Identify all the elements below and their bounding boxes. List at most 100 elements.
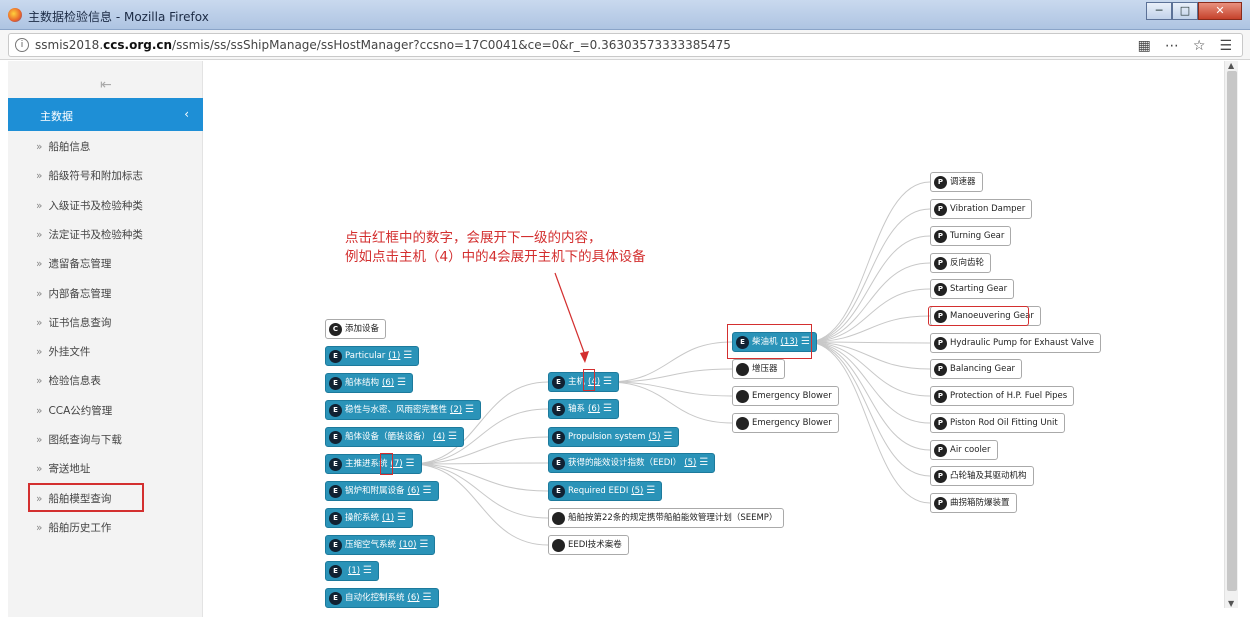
tree-node-level3[interactable]: Emergency Blower — [732, 386, 839, 406]
list-icon[interactable]: ☰ — [397, 374, 406, 392]
node-count[interactable]: (6) — [588, 400, 600, 418]
tree-node-level4[interactable]: P Hydraulic Pump for Exhaust Valve — [930, 333, 1101, 353]
maximize-button[interactable]: □ — [1172, 2, 1198, 20]
node-count[interactable]: (10) — [399, 536, 416, 554]
tree-node-level2[interactable]: EEDI技术案卷 — [548, 535, 629, 555]
vertical-scrollbar[interactable]: ▲ ▼ — [1224, 61, 1238, 608]
node-count[interactable]: (1) — [388, 347, 400, 365]
sidebar: ⇤ 主数据 ‹ » 船舶信息 » 船级符号和附加标志 » 入级证书及检验种类 » 法定证书及检… — [8, 61, 203, 617]
tree-node-level4[interactable]: P Air cooler — [930, 440, 998, 460]
node-count[interactable]: (6) — [408, 482, 420, 500]
tree-node-level4[interactable]: P 调速器 — [930, 172, 983, 192]
tree-node-level1[interactable]: E (1) ☰ — [325, 561, 380, 581]
node-count[interactable]: (6) — [382, 374, 394, 392]
scroll-up-icon[interactable]: ▲ — [1228, 61, 1234, 70]
node-count[interactable]: (6) — [408, 589, 420, 607]
tree-node-level1[interactable]: E 船体设备（舾装设备） (4) ☰ — [325, 427, 465, 447]
close-button[interactable]: ✕ — [1198, 2, 1242, 20]
tree-node-level4[interactable]: P 反向齿轮 — [930, 253, 992, 273]
sidebar-item[interactable]: » 船舶信息 — [8, 131, 203, 160]
list-icon[interactable]: ☰ — [397, 509, 406, 527]
add-device-button[interactable]: C 添加设备 — [325, 319, 387, 339]
sidebar-item[interactable]: » 寄送地址 — [8, 453, 203, 482]
list-icon[interactable]: ☰ — [419, 536, 428, 554]
tree-node-level1[interactable]: E 船体结构 (6) ☰ — [325, 373, 414, 393]
node-count[interactable]: (5) — [648, 428, 660, 446]
list-icon[interactable]: ☰ — [664, 428, 673, 446]
list-icon[interactable]: ☰ — [448, 428, 457, 446]
node-type-badge: P — [934, 496, 947, 510]
menu-icon[interactable]: ☰ — [1219, 38, 1232, 54]
tree-node-level2[interactable]: E 获得的能效设计指数（EEDI） (5) ☰ — [548, 453, 716, 473]
node-count[interactable]: (5) — [684, 454, 696, 472]
list-icon[interactable]: ☰ — [423, 482, 432, 500]
sidebar-item[interactable]: » 检验信息表 — [8, 365, 203, 394]
sidebar-item[interactable]: » 内部备忘管理 — [8, 278, 203, 307]
node-type-badge: E — [329, 484, 342, 498]
tree-node-level2[interactable]: E Required EEDI (5) ☰ — [548, 481, 663, 501]
sidebar-item[interactable]: » 船舶历史工作 — [8, 512, 203, 541]
node-count[interactable]: (4) — [433, 428, 445, 446]
sidebar-item[interactable]: » 船舶模型查询 — [28, 482, 144, 512]
tree-node-level2[interactable]: 船舶按第22条的规定携带船舶能效管理计划（SEEMP） — [548, 508, 785, 528]
list-icon[interactable]: ☰ — [363, 562, 372, 580]
tree-node-level1[interactable]: E 操舵系统 (1) ☰ — [325, 508, 414, 528]
tree-node-level4[interactable]: P 曲拐箱防爆装置 — [930, 493, 1017, 513]
sidebar-item[interactable]: » CCA公约管理 — [8, 395, 203, 424]
collapse-sidebar-icon[interactable]: ⇤ — [100, 77, 112, 93]
sidebar-item[interactable]: » 法定证书及检验种类 — [8, 219, 203, 248]
list-icon[interactable]: ☰ — [699, 454, 708, 472]
list-icon[interactable]: ☰ — [603, 373, 612, 391]
address-bar[interactable]: i ssmis2018.ccs.org.cn/ssmis/ss/ssShipMa… — [8, 33, 1243, 57]
tree-node-level2[interactable]: E 轴系 (6) ☰ — [548, 399, 620, 419]
node-count[interactable]: (2) — [450, 401, 462, 419]
tree-node-level1[interactable]: E 主推进系统 (7) ☰ — [325, 454, 422, 474]
tree-node-level3[interactable]: Emergency Blower — [732, 413, 839, 433]
tree-node-level4[interactable]: P 凸轮轴及其驱动机构 — [930, 466, 1034, 486]
qr-code-icon[interactable]: ▦ — [1138, 38, 1151, 54]
list-icon[interactable]: ☰ — [423, 589, 432, 607]
minimize-button[interactable]: ─ — [1146, 2, 1172, 20]
sidebar-item[interactable]: » 遗留备忘管理 — [8, 248, 203, 277]
sidebar-header[interactable]: 主数据 ‹ — [8, 98, 203, 131]
node-label: 曲拐箱防爆装置 — [950, 498, 1010, 508]
more-actions-icon[interactable]: ⋯ — [1165, 38, 1179, 54]
sidebar-item[interactable]: » 外挂文件 — [8, 336, 203, 365]
tree-node-level4[interactable]: P Turning Gear — [930, 226, 1012, 246]
sidebar-item[interactable]: » 船级符号和附加标志 — [8, 160, 203, 189]
tree-node-level4[interactable]: P Vibration Damper — [930, 199, 1033, 219]
node-type-badge: E — [329, 457, 342, 471]
list-icon[interactable]: ☰ — [603, 400, 612, 418]
sidebar-item[interactable]: » 图纸查询与下载 — [8, 424, 203, 453]
scroll-down-icon[interactable]: ▼ — [1228, 599, 1234, 608]
node-type-badge: E — [329, 376, 342, 390]
tree-node-level1[interactable]: E 锅炉和附属设备 (6) ☰ — [325, 481, 439, 501]
tree-node-level4[interactable]: P Balancing Gear — [930, 359, 1023, 379]
tree-node-level3[interactable]: 增压器 — [732, 359, 785, 379]
tree-node-level4[interactable]: P Protection of H.P. Fuel Pipes — [930, 386, 1075, 406]
list-icon[interactable]: ☰ — [465, 401, 474, 419]
list-icon[interactable]: ☰ — [403, 347, 412, 365]
list-icon[interactable]: ☰ — [406, 455, 415, 473]
node-count[interactable]: (5) — [631, 482, 643, 500]
tree-node-level4[interactable]: P Starting Gear — [930, 279, 1015, 299]
list-icon[interactable]: ☰ — [646, 482, 655, 500]
tree-node-level1[interactable]: E 自动化控制系统 (6) ☰ — [325, 588, 439, 608]
node-label: 船体结构 — [345, 378, 380, 388]
tree-node-level1[interactable]: E 稳性与水密、风雨密完整性 (2) ☰ — [325, 400, 482, 420]
node-count[interactable]: (1) — [348, 562, 360, 580]
sidebar-item[interactable]: » 证书信息查询 — [8, 307, 203, 336]
info-icon[interactable]: i — [15, 38, 29, 52]
tree-node-level2[interactable]: E Propulsion system (5) ☰ — [548, 427, 680, 447]
url-text[interactable]: ssmis2018.ccs.org.cn/ssmis/ss/ssShipMana… — [35, 38, 731, 52]
tree-node-level4[interactable]: P Piston Rod Oil Fitting Unit — [930, 413, 1065, 433]
tree-node-level1[interactable]: E 压缩空气系统 (10) ☰ — [325, 535, 436, 555]
tree-node-level1[interactable]: E Particular (1) ☰ — [325, 346, 420, 366]
node-count[interactable]: (1) — [382, 509, 394, 527]
node-type-badge: P — [934, 256, 947, 270]
sidebar-item[interactable]: » 入级证书及检验种类 — [8, 190, 203, 219]
node-type-badge: E — [552, 484, 565, 498]
scrollbar-thumb[interactable] — [1227, 71, 1237, 591]
sidebar-item-label: 寄送地址 — [48, 463, 91, 476]
bookmark-star-icon[interactable]: ☆ — [1193, 38, 1206, 54]
